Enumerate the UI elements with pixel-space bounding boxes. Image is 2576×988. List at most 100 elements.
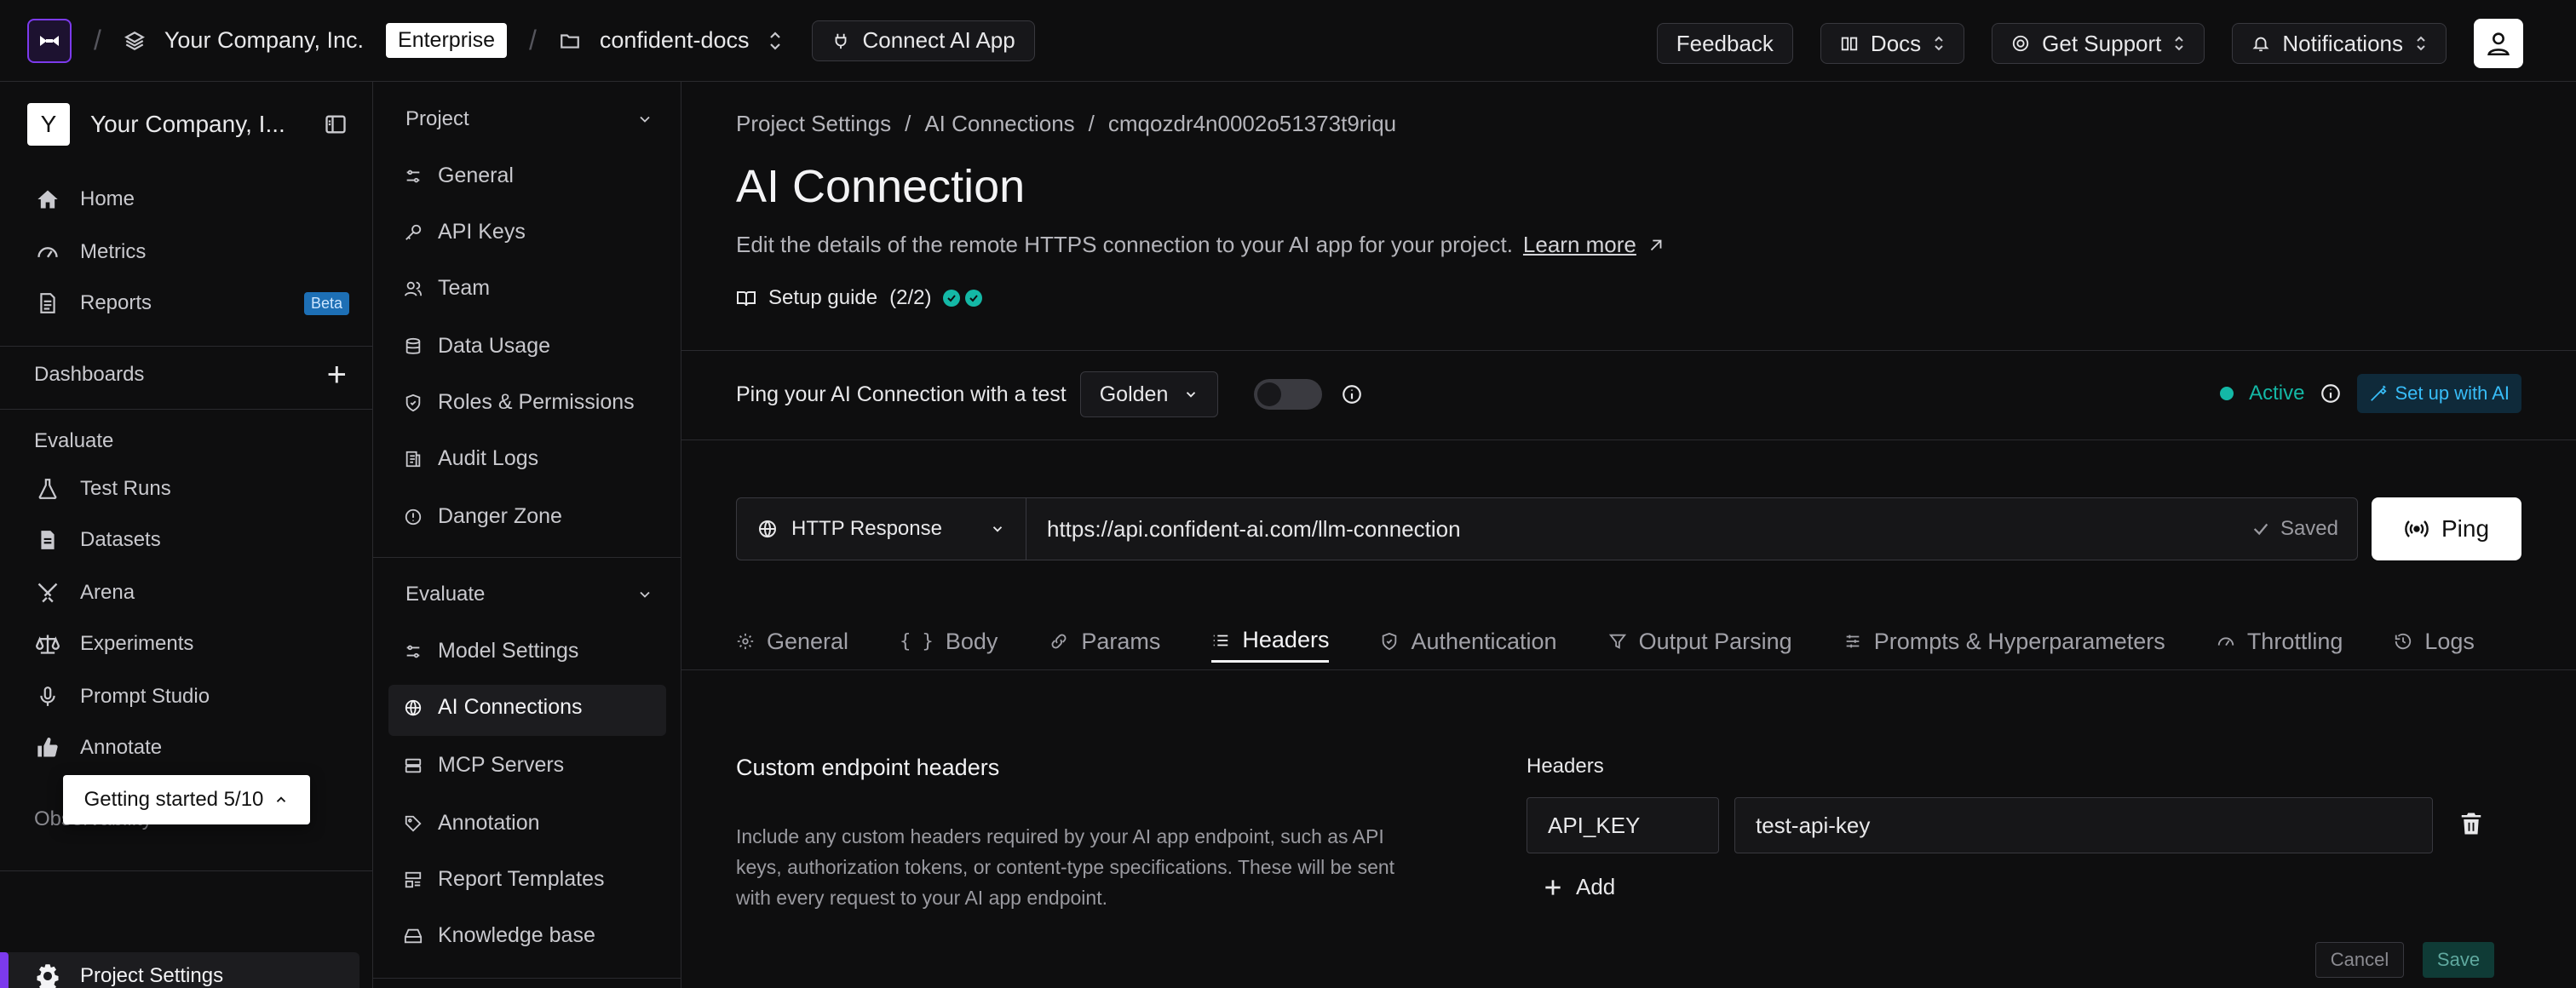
settings-nav-general[interactable]: General bbox=[404, 164, 514, 188]
settings-nav-audit-logs[interactable]: Audit Logs bbox=[404, 446, 538, 471]
org-switcher[interactable]: Your Company, Inc. bbox=[124, 27, 364, 54]
history-icon bbox=[2394, 632, 2412, 651]
ping-label: Ping your AI Connection with a test bbox=[736, 382, 1067, 406]
settings-nav-model-settings[interactable]: Model Settings bbox=[404, 639, 578, 663]
ping-button[interactable]: Ping bbox=[2372, 497, 2521, 560]
settings-nav-label: API Keys bbox=[438, 220, 526, 244]
sidebar-item-reports[interactable]: Reports Beta bbox=[34, 290, 349, 317]
settings-nav-label: Annotation bbox=[438, 811, 540, 835]
settings-nav-report-templates[interactable]: Report Templates bbox=[404, 867, 604, 892]
setup-with-ai-button[interactable]: Set up with AI bbox=[2357, 374, 2521, 413]
evaluate-section-heading: Evaluate bbox=[405, 583, 486, 606]
saved-label: Saved bbox=[2280, 517, 2338, 540]
settings-nav-mcp-servers[interactable]: MCP Servers bbox=[404, 753, 564, 778]
sidebar-toggle-icon[interactable] bbox=[324, 112, 348, 136]
tab-label: Authentication bbox=[1411, 628, 1557, 654]
gauge-icon bbox=[34, 238, 61, 266]
chevron-updown-icon bbox=[2173, 34, 2185, 53]
ping-test-row: Ping your AI Connection with a test Gold… bbox=[736, 371, 1363, 417]
tab-logs[interactable]: Logs bbox=[2394, 620, 2475, 663]
sidebar-item-label: Arena bbox=[80, 581, 135, 604]
learn-more-link[interactable]: Learn more bbox=[1523, 232, 1636, 258]
divider bbox=[681, 669, 2576, 670]
database-icon bbox=[404, 337, 423, 356]
plan-badge: Enterprise bbox=[386, 23, 507, 58]
app-logo[interactable] bbox=[27, 18, 72, 63]
response-type-select[interactable]: HTTP Response bbox=[737, 498, 1026, 560]
logs-icon bbox=[404, 450, 423, 468]
server-icon bbox=[404, 756, 423, 775]
chevron-down-icon bbox=[1183, 387, 1199, 402]
sidebar-item-datasets[interactable]: Datasets bbox=[34, 526, 161, 554]
ping-toggle[interactable] bbox=[1254, 379, 1323, 410]
save-button[interactable]: Save bbox=[2423, 942, 2494, 978]
project-settings-link[interactable]: Project Settings bbox=[34, 962, 223, 988]
info-icon[interactable] bbox=[2320, 382, 2342, 405]
getting-started-button[interactable]: Getting started 5/10 bbox=[63, 775, 310, 824]
sidebar-item-prompt-studio[interactable]: Prompt Studio bbox=[34, 683, 210, 710]
endpoint-url-input[interactable] bbox=[1026, 515, 2251, 543]
sidebar-item-label: Datasets bbox=[80, 528, 161, 551]
add-dashboard-button[interactable]: + bbox=[327, 358, 347, 392]
folder-icon bbox=[559, 30, 581, 52]
tab-body[interactable]: { } Body bbox=[900, 620, 998, 663]
header-key-input[interactable]: API_KEY bbox=[1527, 797, 1719, 853]
golden-select[interactable]: Golden bbox=[1079, 371, 1219, 417]
sidebar-item-home[interactable]: Home bbox=[34, 186, 135, 213]
sidebar-item-label: Experiments bbox=[80, 632, 194, 655]
connect-ai-app-label: Connect AI App bbox=[862, 27, 1015, 53]
settings-nav-data-usage[interactable]: Data Usage bbox=[404, 334, 550, 359]
info-icon[interactable] bbox=[1341, 383, 1363, 405]
sidebar-item-label: Test Runs bbox=[80, 477, 171, 500]
settings-nav-label: Data Usage bbox=[438, 334, 551, 358]
sidebar-item-annotate[interactable]: Annotate bbox=[34, 734, 162, 761]
settings-nav-label: Danger Zone bbox=[438, 504, 562, 528]
layers-icon bbox=[124, 30, 146, 52]
sidebar-item-experiments[interactable]: Experiments bbox=[34, 630, 193, 658]
gear-icon bbox=[34, 962, 61, 988]
cancel-button[interactable]: Cancel bbox=[2315, 942, 2404, 978]
settings-nav-knowledge-base[interactable]: Knowledge base bbox=[404, 923, 595, 948]
user-avatar-button[interactable] bbox=[2474, 19, 2523, 68]
top-bar: / Your Company, Inc. Enterprise / confid… bbox=[0, 0, 2576, 82]
tab-authentication[interactable]: Authentication bbox=[1380, 620, 1557, 663]
breadcrumb-project-settings[interactable]: Project Settings bbox=[736, 111, 891, 137]
tab-prompts-hyperparameters[interactable]: Prompts & Hyperparameters bbox=[1843, 620, 2165, 663]
connect-ai-app-button[interactable]: Connect AI App bbox=[812, 20, 1035, 61]
get-support-button[interactable]: Get Support bbox=[1992, 23, 2205, 64]
sidebar-item-arena[interactable]: Arena bbox=[34, 579, 135, 606]
divider bbox=[373, 557, 681, 558]
project-switcher[interactable]: confident-docs bbox=[559, 27, 784, 54]
tab-params[interactable]: Params bbox=[1049, 620, 1160, 663]
tab-output-parsing[interactable]: Output Parsing bbox=[1608, 620, 1792, 663]
sliders-icon bbox=[1843, 632, 1862, 651]
sidebar-item-test-runs[interactable]: Test Runs bbox=[34, 475, 171, 503]
tab-headers[interactable]: Headers bbox=[1211, 620, 1330, 663]
settings-nav-annotation[interactable]: Annotation bbox=[404, 811, 540, 836]
add-header-button[interactable]: Add bbox=[1542, 874, 1615, 900]
breadcrumb-ai-connections[interactable]: AI Connections bbox=[924, 111, 1074, 137]
docs-button[interactable]: Docs bbox=[1820, 23, 1965, 64]
trash-icon[interactable] bbox=[2458, 811, 2484, 836]
notifications-button[interactable]: Notifications bbox=[2232, 23, 2447, 64]
settings-nav-team[interactable]: Team bbox=[404, 276, 490, 301]
header-value-input[interactable]: test-api-key bbox=[1734, 797, 2433, 853]
tab-general[interactable]: General bbox=[736, 620, 848, 663]
settings-nav-api-keys[interactable]: API Keys bbox=[404, 220, 526, 244]
setup-guide[interactable]: Setup guide (2/2) bbox=[736, 286, 983, 310]
config-tabs: General { } Body Params Headers Authenti… bbox=[736, 620, 2475, 663]
settings-nav-roles-permissions[interactable]: Roles & Permissions bbox=[404, 390, 635, 415]
sidebar-item-metrics[interactable]: Metrics bbox=[34, 238, 146, 266]
org-avatar: Y bbox=[27, 103, 70, 146]
settings-nav-label: General bbox=[438, 164, 514, 187]
swords-icon bbox=[34, 579, 61, 606]
settings-nav-ai-connections[interactable]: AI Connections bbox=[404, 695, 583, 720]
settings-nav-label: AI Connections bbox=[438, 695, 583, 719]
org-header[interactable]: Y Your Company, I... bbox=[27, 102, 351, 146]
chevron-down-icon[interactable] bbox=[636, 111, 653, 128]
tab-throttling[interactable]: Throttling bbox=[2217, 620, 2343, 663]
feedback-button[interactable]: Feedback bbox=[1656, 23, 1793, 64]
project-name: confident-docs bbox=[599, 27, 750, 53]
settings-nav-danger-zone[interactable]: Danger Zone bbox=[404, 504, 562, 529]
chevron-down-icon[interactable] bbox=[636, 586, 653, 603]
